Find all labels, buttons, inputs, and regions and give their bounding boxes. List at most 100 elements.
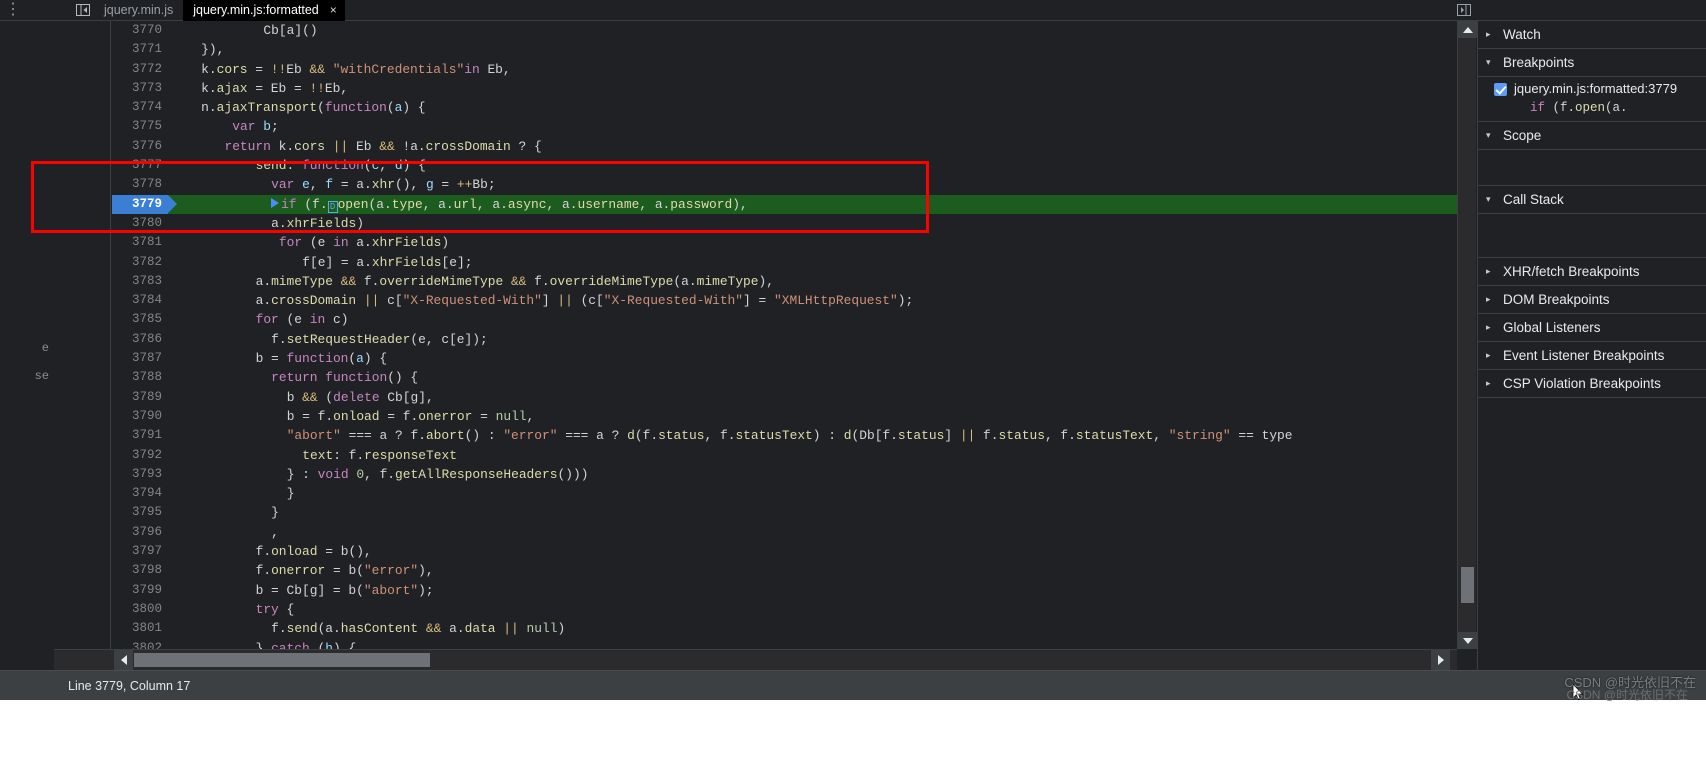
line-number[interactable]: 3771	[112, 40, 162, 59]
line-number[interactable]: 3788	[112, 368, 162, 387]
tab-jquery-min-js[interactable]: jquery.min.js	[94, 0, 183, 21]
line-number[interactable]: 3781	[112, 233, 162, 252]
sidebar-section-scope[interactable]: ▾ Scope	[1478, 122, 1706, 150]
code-token: if	[281, 196, 297, 212]
code-line[interactable]: 3778 var e, f = a.xhr(), g = ++Bb;	[112, 175, 1457, 194]
editor-vertical-scrollbar[interactable]	[1457, 21, 1477, 649]
code-line[interactable]: 3797 f.onload = b(),	[112, 542, 1457, 561]
page-bottom-blank	[0, 700, 1706, 764]
line-number[interactable]: 3791	[112, 426, 162, 445]
code-line[interactable]: 3773 k.ajax = Eb = !!Eb,	[112, 79, 1457, 98]
code-line[interactable]: 3793} : void 0, f.getAllResponseHeaders(…	[112, 465, 1457, 484]
line-number[interactable]: 3777	[112, 156, 162, 175]
scroll-left-icon[interactable]	[114, 650, 133, 670]
code-line[interactable]: 3800 try {	[112, 600, 1457, 619]
line-number[interactable]: 3798	[112, 561, 162, 580]
line-number[interactable]: 3776	[112, 137, 162, 156]
code-line[interactable]: 3775 var b;	[112, 117, 1457, 136]
line-number[interactable]: 3787	[112, 349, 162, 368]
code-token: , a.	[639, 196, 671, 212]
code-line[interactable]: 3786 f.setRequestHeader(e, c[e]);	[112, 330, 1457, 349]
code-line[interactable]: 3780 a.xhrFields)	[112, 214, 1457, 233]
editor-horizontal-scrollbar[interactable]	[54, 649, 1457, 670]
code-line[interactable]: 3770 Cb[a]()	[112, 21, 1457, 40]
dock-to-right-icon[interactable]	[1454, 1, 1474, 20]
code-line[interactable]: 3771}),	[112, 40, 1457, 59]
line-number[interactable]: 3797	[112, 542, 162, 561]
code-line[interactable]: 3783 a.mimeType && f.overrideMimeType && …	[112, 272, 1457, 291]
code-line[interactable]: 3799 b = Cb[g] = b("abort");	[112, 581, 1457, 600]
line-number[interactable]: 3790	[112, 407, 162, 426]
breakpoint-item[interactable]: jquery.min.js:formatted:3779	[1478, 77, 1706, 100]
sidebar-section-event-listener-breakpoints[interactable]: ▸ Event Listener Breakpoints	[1478, 342, 1706, 370]
code-line[interactable]: 3790 b = f.onload = f.onerror = null,	[112, 407, 1457, 426]
code-line[interactable]: 3798 f.onerror = b("error"),	[112, 561, 1457, 580]
line-number[interactable]: 3772	[112, 60, 162, 79]
sidebar-section-call-stack[interactable]: ▾ Call Stack	[1478, 186, 1706, 214]
line-number[interactable]: 3770	[112, 21, 162, 40]
line-number[interactable]: 3774	[112, 98, 162, 117]
line-number[interactable]: 3793	[112, 465, 162, 484]
code-line[interactable]: 3785 for (e in c)	[112, 310, 1457, 329]
navigator-panel-icon[interactable]	[72, 0, 94, 21]
tab-jquery-min-js-formatted[interactable]: jquery.min.js:formatted ×	[183, 0, 345, 21]
line-number[interactable]: 3802	[112, 639, 162, 650]
line-number[interactable]: 3795	[112, 503, 162, 522]
sidebar-section-xhr-fetch-breakpoints[interactable]: ▸ XHR/fetch Breakpoints	[1478, 258, 1706, 286]
line-number[interactable]: 3799	[112, 581, 162, 600]
line-number[interactable]: 3778	[112, 175, 162, 194]
line-number[interactable]: 3801	[112, 619, 162, 638]
scroll-up-icon[interactable]	[1458, 21, 1477, 38]
code-line[interactable]: 3772 k.cors = !!Eb && "withCredentials"in…	[112, 60, 1457, 79]
sidebar-section-watch[interactable]: ▸ Watch	[1478, 21, 1706, 49]
scroll-down-icon[interactable]	[1458, 632, 1477, 649]
vertical-scroll-thumb[interactable]	[1461, 567, 1474, 603]
line-number[interactable]: 3800	[112, 600, 162, 619]
line-number-gutter[interactable]	[54, 21, 111, 649]
sidebar-section-breakpoints[interactable]: ▾ Breakpoints	[1478, 49, 1706, 77]
breakpoint-checkbox[interactable]	[1494, 83, 1507, 96]
scroll-right-icon[interactable]	[1431, 650, 1450, 670]
sidebar-section-global-listeners[interactable]: ▸ Global Listeners	[1478, 314, 1706, 342]
horizontal-scroll-thumb[interactable]	[134, 653, 430, 667]
code-lines-container[interactable]: 3770 Cb[a]() 3771}), 3772 k.cors = !!Eb && "…	[112, 21, 1457, 649]
source-code-editor[interactable]: 3770 Cb[a]() 3771}), 3772 k.cors = !!Eb && "…	[54, 21, 1457, 649]
code-line[interactable]: 3792 text: f.responseText	[112, 446, 1457, 465]
line-number[interactable]: 3796	[112, 523, 162, 542]
sidebar-section-dom-breakpoints[interactable]: ▸ DOM Breakpoints	[1478, 286, 1706, 314]
more-options-icon[interactable]: ⋮	[0, 0, 26, 21]
code-line[interactable]: 3788 return function() {	[112, 368, 1457, 387]
line-number[interactable]: 3779	[112, 195, 162, 214]
line-number[interactable]: 3783	[112, 272, 162, 291]
line-number[interactable]: 3786	[112, 330, 162, 349]
line-number[interactable]: 3782	[112, 253, 162, 272]
breakpoint-arrow-icon[interactable]	[271, 197, 280, 209]
line-number[interactable]: 3784	[112, 291, 162, 310]
line-number[interactable]: 3775	[112, 117, 162, 136]
line-number[interactable]: 3794	[112, 484, 162, 503]
code-line[interactable]: 3782 f[e] = a.xhrFields[e];	[112, 253, 1457, 272]
code-token: a.	[255, 293, 272, 309]
code-line[interactable]: 3781 for (e in a.xhrFields)	[112, 233, 1457, 252]
code-line[interactable]: 3784 a.crossDomain || c["X-Requested-With…	[112, 291, 1457, 310]
close-icon[interactable]: ×	[330, 3, 337, 17]
line-number[interactable]: 3789	[112, 388, 162, 407]
code-line[interactable]: 3791 "abort" === a ? f.abort() : "error" …	[112, 426, 1457, 445]
code-line[interactable]: 3774 n.ajaxTransport(function(a) {	[112, 98, 1457, 117]
code-line[interactable]: 3801 f.send(a.hasContent && a.data || nul…	[112, 619, 1457, 638]
line-number[interactable]: 3780	[112, 214, 162, 233]
code-token: mimeType	[696, 273, 759, 289]
code-line[interactable]: 3779 if (f. Dopen(a.type, a.url, a.async, …	[112, 194, 1457, 214]
code-line[interactable]: 3776 return k.cors || Eb && !a.crossDomai…	[112, 137, 1457, 156]
code-line[interactable]: 3796,	[112, 523, 1457, 542]
line-number[interactable]: 3785	[112, 310, 162, 329]
code-line[interactable]: 3789 b && (delete Cb[g],	[112, 388, 1457, 407]
line-number[interactable]: 3773	[112, 79, 162, 98]
code-line[interactable]: 3787 b = function(a) {	[112, 349, 1457, 368]
code-line[interactable]: 3802} catch (h) {	[112, 639, 1457, 650]
line-number[interactable]: 3792	[112, 446, 162, 465]
code-line[interactable]: 3794}	[112, 484, 1457, 503]
code-line[interactable]: 3795}	[112, 503, 1457, 522]
code-line[interactable]: 3777 send: function(c, d) {	[112, 156, 1457, 175]
sidebar-section-csp-violation-breakpoints[interactable]: ▸ CSP Violation Breakpoints	[1478, 370, 1706, 398]
